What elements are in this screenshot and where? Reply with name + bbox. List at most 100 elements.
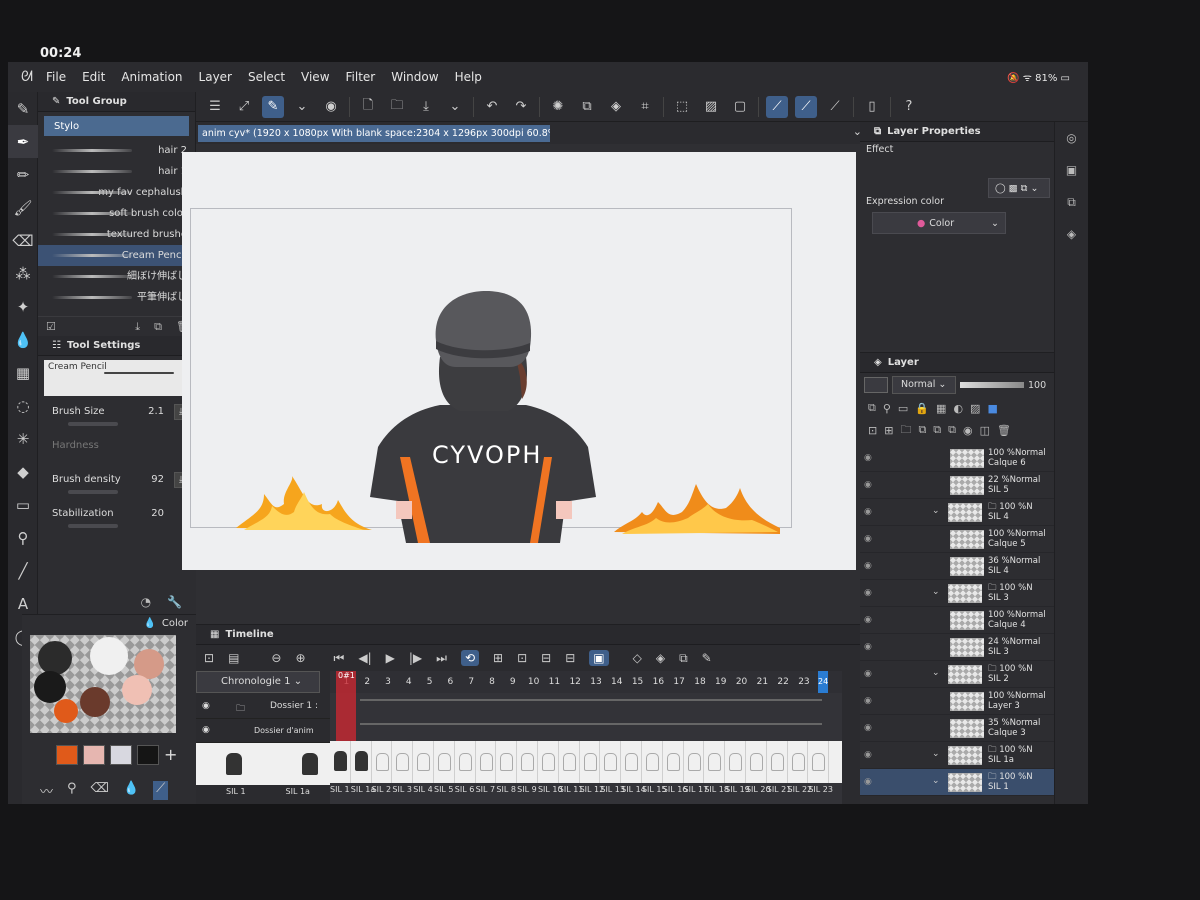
pen-tool-icon[interactable]: ✒	[8, 125, 38, 158]
cel[interactable]	[663, 741, 684, 783]
new-cel-icon[interactable]: ⊞	[493, 651, 503, 665]
decoration-tool-icon[interactable]: ✦	[8, 290, 38, 323]
cursor-icon[interactable]: ✎	[8, 92, 38, 125]
frame-number[interactable]: 9	[502, 671, 523, 693]
loop-icon[interactable]: ⟲	[460, 650, 480, 666]
layers-icon[interactable]: ◈	[1055, 218, 1088, 250]
layer-color-chip[interactable]	[864, 377, 888, 393]
undo-icon[interactable]: ↶	[481, 96, 503, 118]
frame-number[interactable]: 8	[482, 671, 503, 693]
frame-number[interactable]: 3	[378, 671, 399, 693]
frame-number[interactable]: 4	[398, 671, 419, 693]
color-blob[interactable]	[38, 641, 72, 675]
menu-edit[interactable]: Edit	[82, 70, 105, 84]
cel[interactable]	[455, 741, 476, 783]
frame-number[interactable]: 17	[669, 671, 690, 693]
effect-buttons[interactable]: ◯ ▩ ⧉ ⌄	[988, 178, 1050, 198]
mask-icon[interactable]: ◐	[953, 402, 963, 415]
eraser-tool-icon[interactable]: ⌫	[8, 224, 38, 257]
menu-filter[interactable]: Filter	[346, 70, 376, 84]
frame-number[interactable]: 19	[710, 671, 731, 693]
cel[interactable]	[621, 741, 642, 783]
next-cel-icon[interactable]: ⊟	[565, 651, 575, 665]
cel[interactable]	[538, 741, 559, 783]
cel[interactable]	[392, 741, 414, 783]
frame-number[interactable]: 13	[586, 671, 607, 693]
chevron-down-icon[interactable]: ⌄	[932, 506, 940, 516]
eye-icon[interactable]: ◉	[864, 453, 872, 463]
line-icon[interactable]: ⟋	[824, 96, 846, 118]
chevron-down-icon[interactable]: ⌄	[444, 96, 466, 118]
pen-snap-icon[interactable]: ⟋	[795, 95, 817, 118]
brush-density-row[interactable]: Brush density 92 ⤓	[38, 468, 196, 502]
rect-tool-icon[interactable]: ▭	[8, 488, 38, 521]
cel[interactable]	[746, 741, 767, 783]
device-icon[interactable]: ▯	[861, 96, 883, 118]
pen-mode-icon[interactable]: ✎	[262, 95, 284, 118]
next-frame-icon[interactable]: |▶	[409, 651, 422, 665]
duplicate-icon[interactable]: ⧉	[154, 320, 162, 334]
chevron-down-icon[interactable]: ⌄	[932, 776, 940, 786]
frame-number[interactable]: 14	[606, 671, 627, 693]
track-folder-2[interactable]: ◉ Dossier d'anim	[196, 719, 330, 743]
cel[interactable]	[517, 741, 538, 783]
expression-color-select[interactable]: ● Color ⌄	[872, 212, 1006, 234]
color-blob[interactable]	[34, 671, 66, 703]
eye-icon[interactable]: ◉	[864, 750, 872, 760]
cel[interactable]	[476, 741, 497, 783]
chevron-down-icon[interactable]: ⌄	[932, 668, 940, 678]
brush-item[interactable]: hair 2	[38, 140, 195, 161]
chevron-down-icon[interactable]: ⌄	[932, 749, 940, 759]
open-folder-icon[interactable]: 🗀	[386, 96, 408, 118]
eye-icon[interactable]: ◉	[864, 723, 872, 733]
play-icon[interactable]: ▶	[386, 651, 395, 665]
color-mixing-area[interactable]	[30, 635, 176, 733]
menu-animation[interactable]: Animation	[121, 70, 182, 84]
layer-row[interactable]: ◉ 100 %Normal Layer 3	[860, 688, 1054, 715]
cel[interactable]	[808, 741, 830, 783]
brush-item[interactable]: hair 1	[38, 161, 195, 182]
eye-icon[interactable]: ◉	[202, 701, 210, 711]
combine-icon[interactable]: ⧉	[948, 423, 956, 437]
lasso-tool-icon[interactable]: ◌	[8, 389, 38, 422]
track-folder-1[interactable]: ◉ 🗀 Dossier 1 :	[196, 695, 330, 719]
eye-icon[interactable]: ◉	[864, 669, 872, 679]
cel[interactable]	[600, 741, 622, 783]
zoom-in-icon[interactable]: ⊕	[295, 651, 305, 665]
frame-number[interactable]: 15	[627, 671, 648, 693]
lock-alpha-icon[interactable]: ▦	[936, 402, 946, 415]
line-tool-icon[interactable]: ╱	[8, 554, 38, 587]
cel[interactable]	[767, 741, 788, 783]
frame-number[interactable]: 20	[731, 671, 752, 693]
color-blob[interactable]	[54, 699, 78, 723]
mask-add-icon[interactable]: ◉	[963, 424, 973, 437]
brush-density-slider[interactable]	[68, 490, 118, 494]
layer-row[interactable]: ◉ 22 %Normal SIL 5	[860, 472, 1054, 499]
first-frame-icon[interactable]: ⏮	[334, 651, 345, 666]
edit-timeline-icon[interactable]: ▤	[228, 651, 239, 665]
end-frame-marker[interactable]: 24	[818, 671, 828, 693]
fill-icon[interactable]: ◈	[605, 96, 627, 118]
menu-help[interactable]: Help	[455, 70, 482, 84]
eye-icon[interactable]: ◉	[864, 777, 872, 787]
brush-density-value[interactable]: 92	[151, 474, 164, 485]
frame-number[interactable]: 11	[544, 671, 565, 693]
eraser-icon[interactable]: ⌫	[91, 781, 109, 800]
layer-folder-row[interactable]: ◉ ⌄ 🗀 100 %N SIL 4	[860, 499, 1054, 526]
app-logo-icon[interactable]: ᘛ	[8, 69, 46, 85]
invert-selection-icon[interactable]: ▨	[700, 96, 722, 118]
selection-icon[interactable]: ▢	[729, 96, 751, 118]
layer-folder-row[interactable]: ◉ ⌄ 🗀 100 %N SIL 1a	[860, 742, 1054, 769]
ruler-show-icon[interactable]: ▨	[970, 402, 980, 415]
navigator-icon[interactable]: ◎	[1055, 122, 1088, 154]
apply-mask-icon[interactable]: ◫	[980, 424, 990, 437]
assign-cel-icon[interactable]: ⊡	[517, 651, 527, 665]
grid-tool-icon[interactable]: ▦	[8, 356, 38, 389]
frame-grid[interactable]: 1234567891011121314151617181920212223 0#…	[330, 671, 842, 804]
layer-row[interactable]: ◉ 36 %Normal SIL 4	[860, 553, 1054, 580]
fill-tool-icon[interactable]: ◆	[8, 455, 38, 488]
eye-icon[interactable]: ◉	[864, 507, 872, 517]
brush-preview[interactable]: Cream Pencil	[44, 360, 190, 396]
blend-mode-select[interactable]: Normal ⌄	[892, 376, 956, 394]
brush-item[interactable]: 平筆伸ばし	[38, 287, 195, 308]
